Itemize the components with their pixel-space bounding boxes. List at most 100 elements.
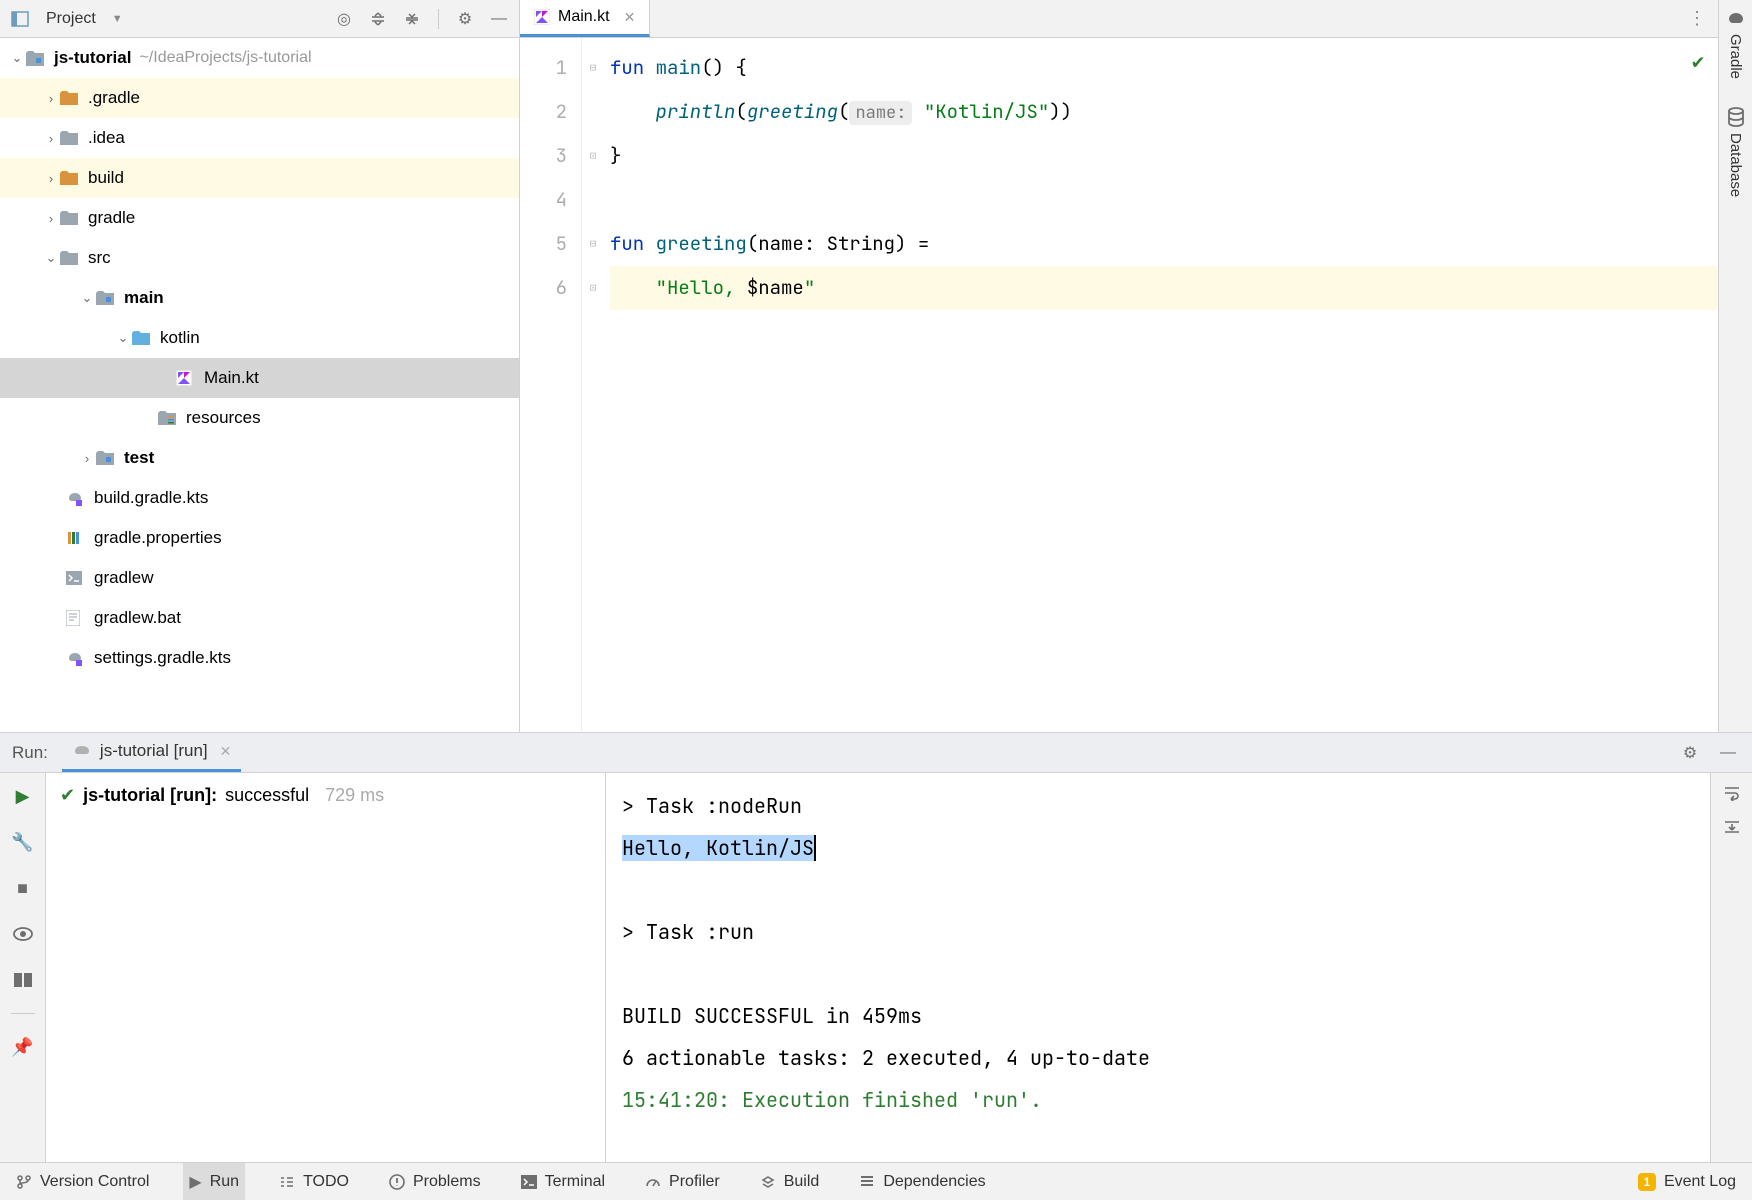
- chevron-down-icon[interactable]: ▼: [112, 13, 123, 25]
- collapse-all-icon[interactable]: [400, 7, 424, 31]
- run-tree[interactable]: ✔ js-tutorial [run]: successful 729 ms: [46, 773, 606, 1162]
- footer-todo[interactable]: TODO: [273, 1163, 355, 1200]
- close-icon[interactable]: ✕: [624, 9, 636, 26]
- check-icon: ✔: [60, 785, 75, 806]
- gear-icon[interactable]: ⚙: [453, 7, 477, 31]
- footer-version-control[interactable]: Version Control: [10, 1163, 155, 1200]
- footer-profiler[interactable]: Profiler: [639, 1163, 726, 1200]
- footer-dependencies[interactable]: Dependencies: [853, 1163, 991, 1200]
- run-toolbar: ▶ 🔧 ■ 📌: [0, 773, 46, 1162]
- footer-event-log[interactable]: 1 Event Log: [1632, 1163, 1742, 1200]
- tree-item-kotlin[interactable]: ⌄ kotlin: [0, 318, 519, 358]
- more-icon[interactable]: ⋮: [1688, 0, 1718, 37]
- chevron-right-icon[interactable]: ›: [78, 451, 96, 466]
- chevron-down-icon[interactable]: ⌄: [114, 330, 132, 346]
- fold-end-icon[interactable]: ⊡: [582, 134, 604, 178]
- param-hint: name:: [849, 101, 912, 125]
- tree-root[interactable]: ⌄ js-tutorial ~/IdeaProjects/js-tutorial: [0, 38, 519, 78]
- tree-label: gradlew: [94, 568, 154, 588]
- tree-label: build: [88, 168, 124, 188]
- footer-build[interactable]: Build: [754, 1163, 826, 1200]
- footer-problems[interactable]: Problems: [383, 1163, 487, 1200]
- run-console[interactable]: > Task :nodeRun Hello, Kotlin/JS > Task …: [606, 773, 1710, 1162]
- tree-item-gradlew[interactable]: gradlew: [0, 558, 519, 598]
- project-tree[interactable]: ⌄ js-tutorial ~/IdeaProjects/js-tutorial…: [0, 38, 519, 732]
- tree-label: .idea: [88, 128, 125, 148]
- tree-item-gradlew-bat[interactable]: gradlew.bat: [0, 598, 519, 638]
- tree-item-gradle[interactable]: › gradle: [0, 198, 519, 238]
- scroll-to-end-icon[interactable]: [1723, 819, 1741, 835]
- tree-item-resources[interactable]: resources: [0, 398, 519, 438]
- pin-icon[interactable]: 📌: [10, 1034, 36, 1060]
- run-tab-label: js-tutorial [run]: [100, 741, 208, 761]
- folder-icon: [60, 251, 82, 265]
- fold-icon[interactable]: ⊟: [582, 46, 604, 90]
- source-folder-icon: [132, 331, 154, 345]
- tree-label: gradlew.bat: [94, 608, 181, 628]
- tree-item-build[interactable]: › build: [0, 158, 519, 198]
- editor[interactable]: 123456 ⊟⊡⊟⊡ fun main() { println(greetin…: [520, 38, 1718, 732]
- tree-label: test: [124, 448, 154, 468]
- tree-label: resources: [186, 408, 261, 428]
- todo-icon: [279, 1175, 295, 1189]
- tree-label: gradle.properties: [94, 528, 222, 548]
- database-icon: [1727, 107, 1745, 127]
- gradle-kts-icon: [66, 650, 88, 666]
- dependencies-icon: [859, 1174, 875, 1190]
- minimize-icon[interactable]: —: [487, 7, 511, 31]
- chevron-right-icon[interactable]: ›: [42, 91, 60, 106]
- run-tab[interactable]: js-tutorial [run] ✕: [62, 733, 241, 772]
- tree-item-settings-gradle-kts[interactable]: settings.gradle.kts: [0, 638, 519, 678]
- gradle-toolwindow[interactable]: Gradle: [1726, 10, 1746, 79]
- folder-icon: [60, 211, 82, 225]
- tree-label: settings.gradle.kts: [94, 648, 231, 668]
- tree-label: Main.kt: [204, 368, 259, 388]
- fold-icon[interactable]: ⊟: [582, 222, 604, 266]
- layout-icon[interactable]: [10, 967, 36, 993]
- tree-item-src[interactable]: ⌄ src: [0, 238, 519, 278]
- editor-tab-main-kt[interactable]: Main.kt ✕: [520, 0, 650, 37]
- terminal-icon: [521, 1175, 537, 1189]
- tree-item-build-gradle-kts[interactable]: build.gradle.kts: [0, 478, 519, 518]
- footer-run[interactable]: ▶ Run: [183, 1163, 245, 1200]
- chevron-down-icon[interactable]: ⌄: [8, 50, 26, 66]
- project-title[interactable]: Project: [46, 10, 96, 28]
- tree-item-main[interactable]: ⌄ main: [0, 278, 519, 318]
- run-icon: ▶: [189, 1172, 201, 1192]
- run-icon[interactable]: ▶: [10, 783, 36, 809]
- chevron-down-icon[interactable]: ⌄: [42, 250, 60, 266]
- tree-item-idea[interactable]: › .idea: [0, 118, 519, 158]
- chevron-right-icon[interactable]: ›: [42, 211, 60, 226]
- expand-all-icon[interactable]: [366, 7, 390, 31]
- problems-icon: [389, 1174, 405, 1190]
- tree-item-gradle-dot[interactable]: › .gradle: [0, 78, 519, 118]
- code-area[interactable]: fun main() { println(greeting(name: "Kot…: [604, 38, 1718, 732]
- profiler-icon: [645, 1174, 661, 1190]
- locate-icon[interactable]: ◎: [332, 7, 356, 31]
- project-view-icon[interactable]: [8, 7, 32, 31]
- gear-icon[interactable]: ⚙: [1678, 741, 1702, 765]
- chevron-right-icon[interactable]: ›: [42, 131, 60, 146]
- tree-label: build.gradle.kts: [94, 488, 208, 508]
- chevron-right-icon[interactable]: ›: [42, 171, 60, 186]
- minimize-icon[interactable]: —: [1716, 741, 1740, 765]
- database-toolwindow[interactable]: Database: [1727, 107, 1745, 197]
- tree-item-test[interactable]: › test: [0, 438, 519, 478]
- watch-icon[interactable]: [10, 921, 36, 947]
- fold-end-icon[interactable]: ⊡: [582, 266, 604, 310]
- stop-icon[interactable]: ■: [10, 875, 36, 901]
- soft-wrap-icon[interactable]: [1723, 785, 1741, 801]
- tree-item-gradle-properties[interactable]: gradle.properties: [0, 518, 519, 558]
- resources-folder-icon: [158, 411, 180, 425]
- kotlin-file-icon: [534, 9, 550, 25]
- close-icon[interactable]: ✕: [220, 743, 232, 760]
- tree-item-main-kt[interactable]: Main.kt: [0, 358, 519, 398]
- chevron-down-icon[interactable]: ⌄: [78, 290, 96, 306]
- run-result-row[interactable]: ✔ js-tutorial [run]: successful 729 ms: [60, 785, 591, 806]
- wrench-icon[interactable]: 🔧: [10, 829, 36, 855]
- branch-icon: [16, 1174, 32, 1190]
- footer-terminal[interactable]: Terminal: [515, 1163, 611, 1200]
- gradle-icon: [1726, 10, 1746, 28]
- fold-gutter[interactable]: ⊟⊡⊟⊡: [582, 38, 604, 732]
- check-icon[interactable]: ✔: [1692, 48, 1704, 74]
